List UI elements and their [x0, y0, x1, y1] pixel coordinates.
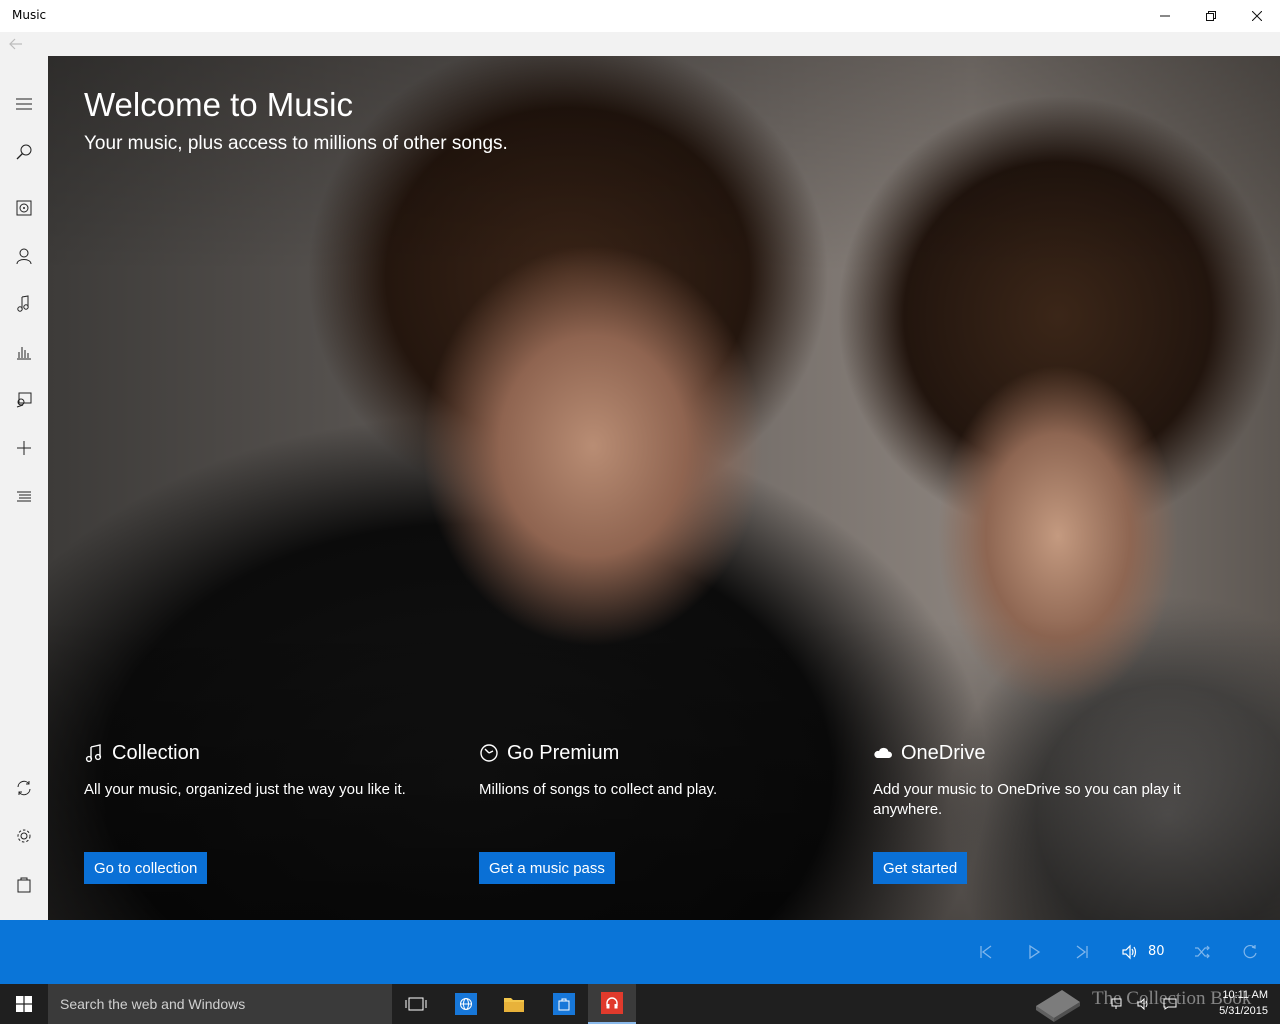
card-title: Go Premium [507, 741, 620, 764]
taskbar-search-box[interactable]: Search the web and Windows [48, 984, 392, 1024]
search-icon [16, 144, 32, 160]
headphones-icon [601, 992, 623, 1014]
onedrive-card: OneDrive Add your music to OneDrive so y… [873, 740, 1233, 884]
volume-icon [1122, 944, 1137, 960]
card-description: Add your music to OneDrive so you can pl… [873, 781, 1181, 818]
get-started-button[interactable]: Get started [873, 852, 968, 884]
page-title: Welcome to Music [84, 86, 353, 123]
new-playlist-button[interactable] [0, 428, 48, 468]
taskbar-browser[interactable] [442, 984, 490, 1024]
radio-button[interactable] [0, 380, 48, 420]
shopping-bag-icon [17, 877, 31, 893]
play-button[interactable] [1022, 940, 1046, 964]
taskbar-music[interactable] [588, 984, 636, 1024]
next-button[interactable] [1070, 940, 1094, 964]
search-button[interactable] [0, 132, 48, 172]
hamburger-icon [16, 98, 32, 110]
shuffle-button[interactable] [1190, 940, 1214, 964]
artists-button[interactable] [0, 236, 48, 276]
navigation-rail [0, 56, 48, 920]
now-playing-button[interactable] [0, 332, 48, 372]
browser-icon [455, 993, 477, 1015]
taskbar-clock[interactable]: 10:11 AM 5/31/2015 [1212, 987, 1268, 1019]
gear-icon [17, 829, 31, 843]
minimize-icon [1160, 15, 1170, 17]
restore-icon [1206, 11, 1216, 21]
next-icon [1076, 945, 1088, 959]
hamburger-menu-button[interactable] [0, 84, 48, 124]
settings-button[interactable] [0, 816, 48, 856]
windows-logo-icon [16, 996, 32, 1012]
premium-icon [480, 744, 498, 762]
start-button[interactable] [0, 984, 48, 1024]
clock-time: 10:11 AM [1222, 989, 1268, 1001]
sync-icon [17, 780, 31, 796]
card-description: Millions of songs to collect and play. [479, 781, 718, 798]
back-bar [0, 32, 1280, 56]
repeat-button[interactable] [1238, 940, 1262, 964]
store-button[interactable] [0, 864, 48, 904]
page-subtitle: Your music, plus access to millions of o… [84, 133, 508, 154]
songs-icon [17, 295, 29, 312]
back-button[interactable] [6, 34, 26, 54]
folder-icon [503, 993, 525, 1015]
back-arrow-icon [9, 38, 22, 50]
collection-card: Collection All your music, organized jus… [84, 740, 444, 884]
player-bar: 80 [0, 920, 1280, 984]
speaker-icon[interactable] [1136, 996, 1152, 1012]
shuffle-icon [1195, 945, 1210, 959]
system-tray [1110, 996, 1178, 1012]
equalizer-icon [17, 347, 31, 360]
playlist-icon [17, 491, 31, 502]
close-button[interactable] [1234, 0, 1280, 32]
cloud-icon [874, 747, 892, 758]
sync-button[interactable] [0, 768, 48, 808]
playlists-button[interactable] [0, 476, 48, 516]
volume-level: 80 [1148, 944, 1165, 959]
task-view-icon [405, 997, 427, 1011]
search-placeholder: Search the web and Windows [60, 996, 246, 1012]
radio-icon [16, 392, 32, 408]
go-to-collection-button[interactable]: Go to collection [84, 852, 208, 884]
taskbar: Search the web and Windows The Collectio… [0, 984, 1280, 1024]
previous-icon [980, 945, 992, 959]
taskbar-file-explorer[interactable] [490, 984, 538, 1024]
taskbar-store[interactable] [540, 984, 588, 1024]
play-icon [1029, 944, 1041, 960]
repeat-icon [1243, 944, 1257, 959]
network-icon[interactable] [1110, 996, 1126, 1012]
albums-icon [16, 200, 32, 216]
minimize-button[interactable] [1142, 0, 1188, 32]
book-logo-icon [1036, 990, 1080, 1022]
plus-icon [17, 441, 31, 455]
previous-button[interactable] [974, 940, 998, 964]
title-bar: Music [0, 0, 1280, 32]
artists-icon [16, 248, 32, 265]
action-center-icon[interactable] [1162, 996, 1178, 1012]
songs-button[interactable] [0, 284, 48, 324]
card-description: All your music, organized just the way y… [84, 781, 406, 798]
app-title: Music [12, 8, 47, 22]
clock-date: 5/31/2015 [1219, 1005, 1268, 1017]
volume-button[interactable] [1118, 940, 1142, 964]
card-title: Collection [112, 741, 200, 764]
store-icon [553, 993, 575, 1015]
close-icon [1252, 11, 1262, 21]
welcome-hero: Welcome to Music Your music, plus access… [48, 56, 1280, 920]
albums-button[interactable] [0, 188, 48, 228]
restore-button[interactable] [1188, 0, 1234, 32]
premium-card: Go Premium Millions of songs to collect … [479, 740, 839, 884]
task-view-button[interactable] [392, 984, 440, 1024]
card-title: OneDrive [901, 741, 986, 764]
get-music-pass-button[interactable]: Get a music pass [479, 852, 615, 884]
music-note-icon [85, 744, 102, 763]
